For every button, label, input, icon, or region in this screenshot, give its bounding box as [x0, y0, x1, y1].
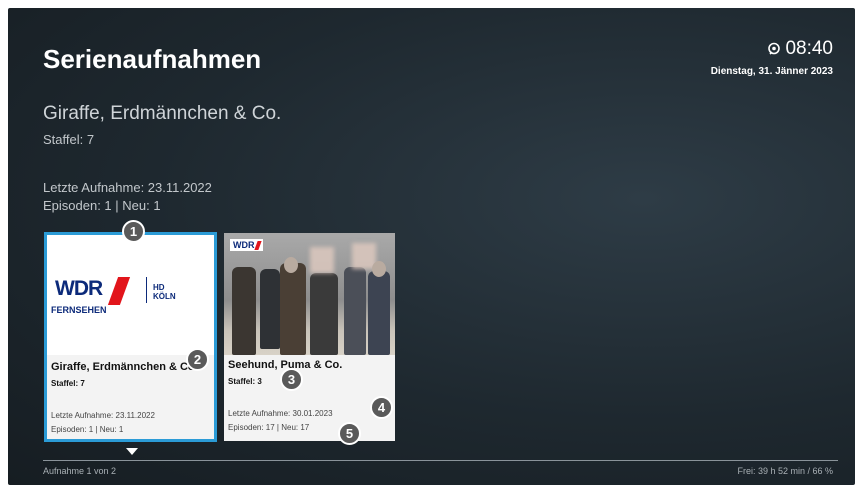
- callout-badge-4: 4: [370, 396, 393, 419]
- wdr-logo: WDR: [230, 239, 263, 252]
- callout-badge-2: 2: [186, 348, 209, 371]
- callout-badge-1: 1: [122, 220, 145, 243]
- card-episodes: Episoden: 1 | Neu: 1: [51, 425, 124, 434]
- wdr-logo: WDR FERNSEHEN: [51, 277, 161, 317]
- wdr-slash-icon: [107, 277, 131, 305]
- page-title: Serienaufnahmen: [43, 44, 262, 74]
- scroll-down-icon[interactable]: [126, 448, 138, 455]
- callout-badge-3: 3: [280, 368, 303, 391]
- wdr-hd-label: HD KÖLN: [153, 283, 176, 301]
- date: Dienstag, 31. Jänner 2023: [710, 66, 833, 77]
- series-season: Staffel: 7: [43, 132, 95, 147]
- card-last-recording: Letzte Aufnahme: 30.01.2023: [228, 409, 333, 418]
- series-episodes: Episoden: 1 | Neu: 1: [43, 198, 161, 213]
- clock-time: 08:40: [785, 38, 833, 59]
- wdr-logo-sub: FERNSEHEN: [51, 305, 107, 315]
- callout-badge-5: 5: [338, 422, 361, 445]
- footer-divider: [43, 460, 838, 461]
- free-space: Frei: 39 h 52 min / 66 %: [737, 466, 833, 476]
- episode-thumbnail: WDR: [224, 233, 395, 355]
- card-last-recording: Letzte Aufnahme: 23.11.2022: [51, 411, 155, 420]
- tv-screen: Serienaufnahmen 08:40 Dienstag, 31. Jänn…: [8, 8, 855, 485]
- card-title: Giraffe, Erdmännchen & Co.: [51, 361, 198, 373]
- series-last-recording: Letzte Aufnahme: 23.11.2022: [43, 180, 212, 195]
- recording-position: Aufnahme 1 von 2: [43, 466, 117, 476]
- channel-thumbnail: WDR FERNSEHEN HD KÖLN: [47, 235, 214, 355]
- clock: 08:40: [767, 38, 833, 60]
- card-episodes: Episoden: 17 | Neu: 17: [228, 423, 310, 432]
- recording-card-1[interactable]: WDR FERNSEHEN HD KÖLN Giraffe, Erdmännch…: [44, 232, 217, 442]
- logo-divider: [146, 277, 147, 303]
- card-season: Staffel: 7: [51, 379, 85, 388]
- recording-icon: [768, 42, 781, 55]
- series-title: Giraffe, Erdmännchen & Co.: [43, 103, 282, 124]
- card-season: Staffel: 3: [228, 377, 262, 386]
- wdr-logo-text: WDR: [55, 277, 103, 300]
